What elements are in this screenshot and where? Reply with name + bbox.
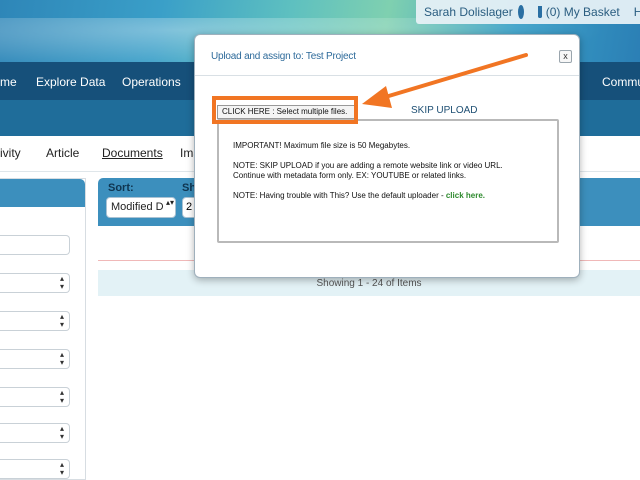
note-trouble-text: NOTE: Having trouble with This? Use the …: [233, 191, 446, 200]
note-trouble: NOTE: Having trouble with This? Use the …: [233, 191, 557, 201]
filter-panel-header: [0, 179, 85, 207]
upload-info-box: IMPORTANT! Maximum file size is 50 Megab…: [217, 119, 559, 243]
annotation-highlight: [212, 96, 358, 124]
cart-icon[interactable]: [537, 6, 542, 18]
sort-label: Sort:: [108, 182, 134, 194]
user-name-link[interactable]: Sarah Dolislager: [424, 5, 513, 19]
filter-panel: [0, 178, 86, 480]
show-select-value: 2: [186, 201, 193, 213]
tab-activity[interactable]: ivity: [0, 146, 21, 160]
upload-modal: Upload and assign to: Test Project x CLI…: [194, 34, 580, 278]
gear-icon[interactable]: [517, 5, 524, 19]
user-bar: Sarah Dolislager (0) My Basket He: [416, 0, 640, 24]
showing-text: Showing 1 - 24 of Items: [316, 278, 422, 289]
nav-item-explore-data[interactable]: Explore Data: [36, 75, 105, 89]
sort-select[interactable]: Modified D ▴▾: [106, 197, 176, 218]
close-label: x: [563, 51, 568, 61]
tab-article[interactable]: Article: [46, 146, 79, 160]
note-skip-line2: Continue with metadata form only. EX: YO…: [233, 171, 467, 180]
note-skip: NOTE: SKIP UPLOAD if you are adding a re…: [233, 161, 557, 181]
nav-item-home[interactable]: me: [0, 75, 17, 89]
filter-select[interactable]: [0, 459, 70, 479]
filter-select[interactable]: [0, 387, 70, 407]
modal-divider: [195, 75, 579, 76]
nav-item-operations[interactable]: Operations: [122, 75, 181, 89]
default-uploader-link[interactable]: click here.: [446, 191, 485, 200]
skip-upload-link[interactable]: SKIP UPLOAD: [411, 105, 478, 116]
note-important: IMPORTANT! Maximum file size is 50 Megab…: [233, 141, 411, 150]
help-link[interactable]: He: [634, 5, 640, 19]
filter-select[interactable]: [0, 311, 70, 331]
filter-select[interactable]: [0, 349, 70, 369]
note-skip-line1: NOTE: SKIP UPLOAD if you are adding a re…: [233, 161, 503, 170]
close-icon[interactable]: x: [559, 50, 572, 63]
filter-search-input[interactable]: [0, 235, 70, 255]
tab-documents[interactable]: Documents: [102, 146, 163, 160]
sort-select-value: Modified D: [111, 201, 164, 213]
chevron-updown-icon: ▴▾: [166, 198, 175, 207]
modal-title: Upload and assign to: Test Project: [211, 51, 356, 62]
filter-select[interactable]: [0, 423, 70, 443]
filter-select[interactable]: [0, 273, 70, 293]
nav-item-community[interactable]: Commu: [602, 75, 640, 89]
basket-link[interactable]: (0) My Basket: [546, 5, 620, 19]
